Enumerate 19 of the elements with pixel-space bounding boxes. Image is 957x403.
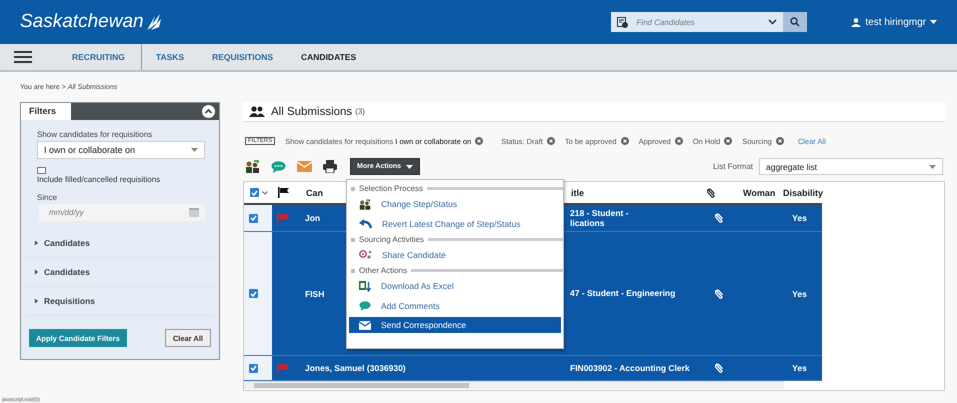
field-label: Since xyxy=(37,193,58,202)
menu-group-heading: Sourcing Activities xyxy=(359,235,424,244)
table-cell: Yes xyxy=(792,288,807,298)
list-format-label: List Format xyxy=(712,162,753,171)
table-cell: FIN003902 - Accounting Clerk xyxy=(570,362,690,374)
checkbox-label: Include filled/cancelled requisitions xyxy=(37,175,162,184)
table-cell: Yes xyxy=(792,363,807,373)
panel-title: Filters xyxy=(21,103,71,120)
field-label: Show candidates for requisitions xyxy=(37,130,154,139)
table-cell: Jones, Samuel (3036930) xyxy=(305,363,406,373)
table-cell: 218 - Student - lications xyxy=(570,208,629,228)
table-cell: Jon xyxy=(305,213,320,223)
page-title: All Submissions xyxy=(271,106,352,118)
menu-group-heading: Selection Process xyxy=(359,184,424,193)
table-cell: FISH xyxy=(305,288,324,298)
table-cell: 47 - Student - Engineering xyxy=(570,288,676,299)
menu-group-heading: Other Actions xyxy=(359,266,408,275)
result-count: (3) xyxy=(355,107,365,116)
table-cell: Yes xyxy=(792,213,807,223)
